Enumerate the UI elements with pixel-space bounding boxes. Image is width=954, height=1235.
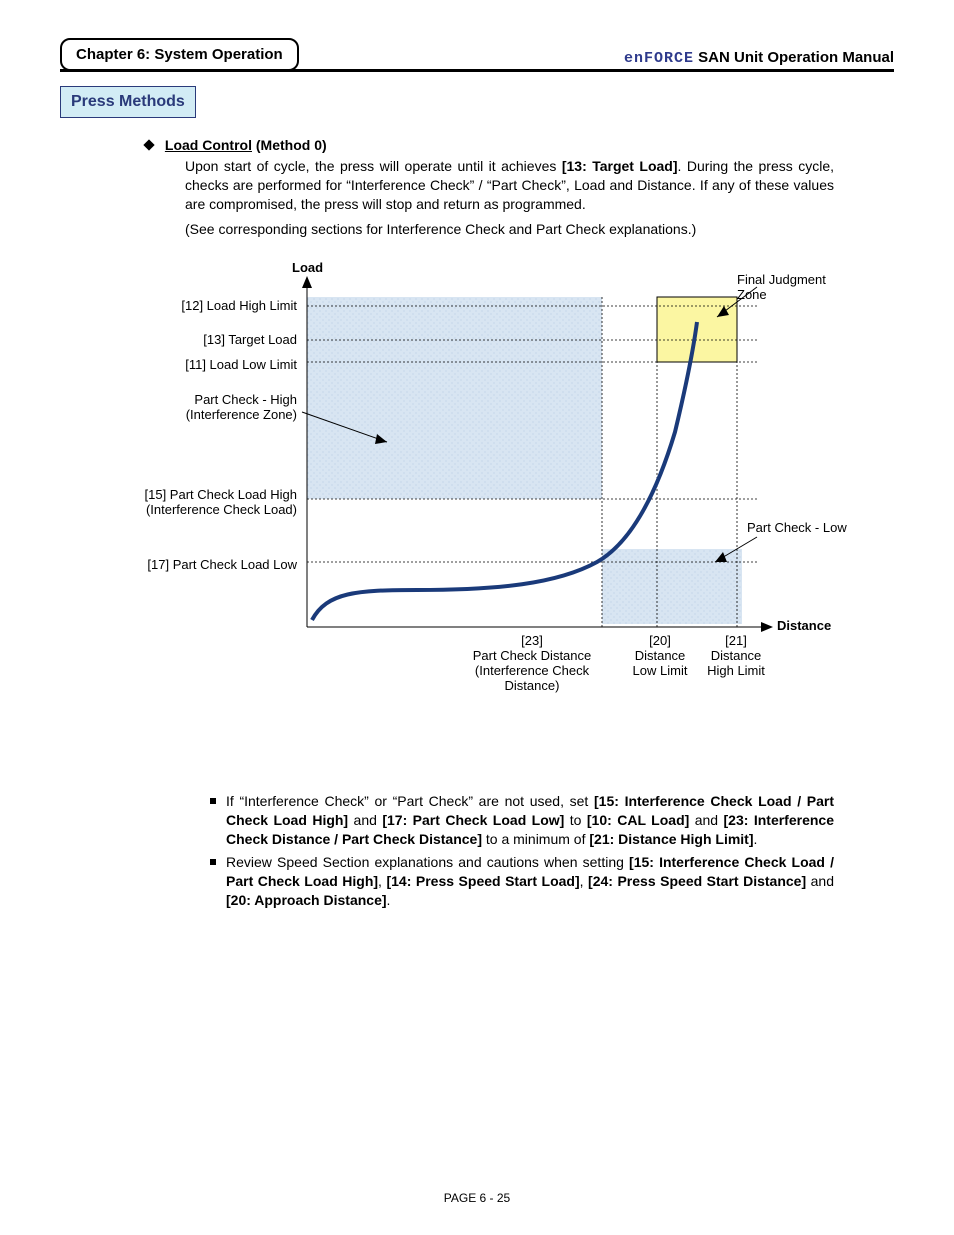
x-tick-23: [23] Part Check Distance (Interference C… [447,634,617,694]
section-title-box: Press Methods [60,86,196,118]
x-tick-21-top: [21] [725,633,747,648]
method-para-2: (See corresponding sections for Interfer… [185,220,834,239]
chapter-box: Chapter 6: System Operation [60,38,299,71]
page: Chapter 6: System Operation enFORCE SAN … [0,0,954,1235]
x-tick-21-l1: Distance [711,648,762,663]
x-tick-20-l2: Low Limit [633,663,688,678]
y-label-part-check-load-high: [15] Part Check Load High (Interference … [97,487,297,517]
x-tick-20-l1: Distance [635,648,686,663]
x-axis-label: Distance [777,618,831,633]
y-label-load-low-limit: [11] Load Low Limit [97,357,297,372]
y-label-part-check-load-low: [17] Part Check Load Low [97,557,297,572]
x-tick-20-top: [20] [649,633,671,648]
method-number: (Method 0) [256,137,327,153]
y-label-part-check-high: Part Check - High (Interference Zone) [97,392,297,422]
y-label-load-high-limit: [12] Load High Limit [97,298,297,313]
method-para-1: Upon start of cycle, the press will oper… [185,157,834,214]
manual-title: enFORCE SAN Unit Operation Manual [624,49,894,71]
page-number: PAGE 6 - 25 [0,1191,954,1205]
y-axis-label: Load [292,260,323,275]
method-heading: Load Control (Method 0) [145,136,834,155]
x-tick-23-top: [23] [521,633,543,648]
x-tick-21-l2: High Limit [707,663,765,678]
x-tick-23-l1: Part Check Distance [473,648,592,663]
chapter-title: Chapter 6: System Operation [76,46,283,63]
section-title: Press Methods [71,93,185,110]
notes-list: If “Interference Check” or “Part Check” … [210,792,834,909]
header-row: Chapter 6: System Operation enFORCE SAN … [60,38,894,71]
brand-logo: enFORCE [624,50,694,67]
diamond-bullet-icon [143,139,154,150]
zone-interference [307,297,602,499]
note-item-2: Review Speed Section explanations and ca… [210,853,834,910]
x-tick-21: [21] Distance High Limit [701,634,771,679]
method-block: Load Control (Method 0) Upon start of cy… [155,136,834,238]
annotation-part-check-low: Part Check - Low [747,520,847,535]
chart: Load Distance [12] Load High Limit [13] … [97,262,857,712]
x-tick-20: [20] Distance Low Limit [625,634,695,679]
note-item-1: If “Interference Check” or “Part Check” … [210,792,834,849]
method-name: Load Control [165,137,252,153]
manual-title-text: SAN Unit Operation Manual [698,49,894,66]
x-tick-23-l2: (Interference Check Distance) [475,663,589,693]
y-label-target-load: [13] Target Load [97,332,297,347]
annotation-final-judgment: Final Judgment Zone [737,272,857,302]
p1a: Upon start of cycle, the press will oper… [185,158,562,174]
p1b: [13: Target Load] [562,158,678,174]
